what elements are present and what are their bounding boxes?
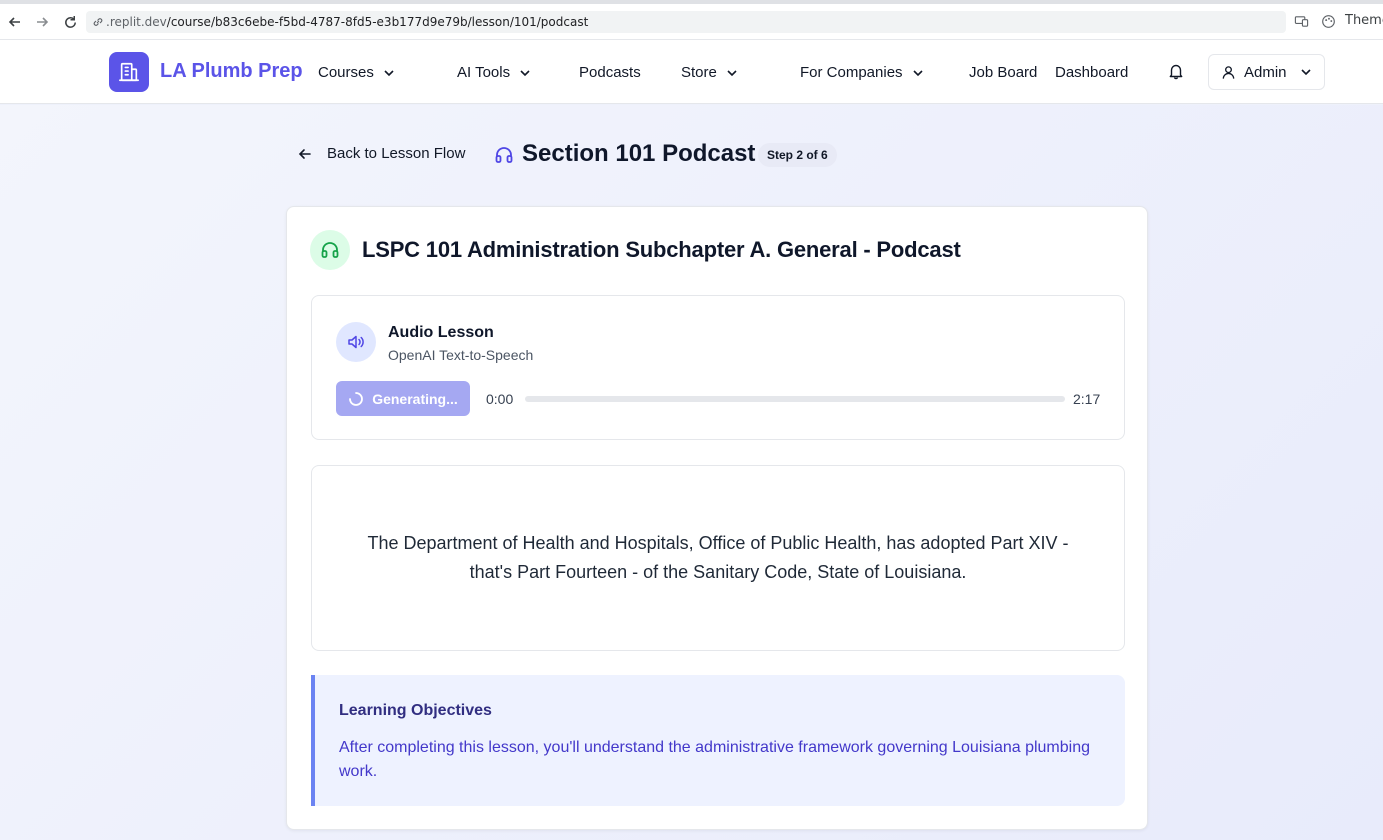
- lesson-title: LSPC 101 Administration Subchapter A. Ge…: [362, 237, 961, 262]
- learning-objectives: Learning Objectives After completing thi…: [311, 675, 1125, 806]
- browser-toolbar: .replit.dev/course/b83c6ebe-f5bd-4787-8f…: [0, 0, 1383, 40]
- site-header: LA Plumb Prep Courses AI Tools Podcasts …: [0, 40, 1383, 104]
- user-menu-button[interactable]: Admin: [1208, 54, 1325, 90]
- nav-store-label: Store: [681, 64, 717, 81]
- nav-job-board-label: Job Board: [969, 64, 1038, 81]
- url-host: .replit.dev: [106, 15, 167, 29]
- podcast-headphones-icon: [310, 230, 350, 270]
- bell-icon[interactable]: [1167, 62, 1185, 80]
- chevron-down-icon: [912, 69, 923, 76]
- nav-store[interactable]: Store: [681, 64, 739, 81]
- back-link-label: Back to Lesson Flow: [327, 145, 466, 162]
- audio-player: Audio Lesson OpenAI Text-to-Speech Gener…: [311, 295, 1125, 440]
- user-menu-label: Admin: [1244, 63, 1287, 81]
- link-icon: [93, 18, 103, 26]
- chevron-down-icon: [520, 69, 530, 76]
- nav-job-board[interactable]: Job Board: [969, 64, 1037, 81]
- transcript-text: The Department of Health and Hospitals, …: [367, 533, 1069, 582]
- browser-forward-icon[interactable]: [32, 12, 52, 32]
- nav-courses-label: Courses: [318, 64, 374, 81]
- transcript-panel: The Department of Health and Hospitals, …: [311, 465, 1125, 651]
- nav-for-companies[interactable]: For Companies: [800, 64, 925, 81]
- theme-label[interactable]: Theme: [1345, 13, 1383, 28]
- chevron-down-icon: [384, 69, 394, 76]
- brand-name[interactable]: LA Plumb Prep: [160, 60, 303, 83]
- chevron-down-icon: [727, 69, 737, 76]
- current-time: 0:00: [486, 391, 514, 407]
- nav-podcasts-label: Podcasts: [579, 64, 641, 81]
- generating-button[interactable]: Generating...: [336, 381, 470, 416]
- step-badge: Step 2 of 6: [758, 143, 837, 167]
- user-icon: [1222, 65, 1235, 79]
- podcast-card: LSPC 101 Administration Subchapter A. Ge…: [286, 206, 1148, 830]
- url-path: /course/b83c6ebe-f5bd-4787-8fd5-e3b177d9…: [166, 15, 589, 29]
- nav-podcasts[interactable]: Podcasts: [579, 64, 641, 81]
- nav-for-companies-label: For Companies: [800, 64, 903, 81]
- audio-progress-bar[interactable]: [525, 396, 1065, 402]
- spinner-icon: [349, 391, 364, 406]
- nav-ai-tools-label: AI Tools: [457, 64, 511, 81]
- cast-icon[interactable]: [1294, 14, 1309, 33]
- speaker-icon: [336, 322, 376, 362]
- total-time: 2:17: [1073, 391, 1101, 407]
- browser-reload-icon[interactable]: [60, 12, 80, 32]
- address-bar[interactable]: .replit.dev/course/b83c6ebe-f5bd-4787-8f…: [86, 11, 1286, 33]
- nav-dashboard[interactable]: Dashboard: [1055, 64, 1128, 81]
- generating-button-label: Generating...: [372, 390, 458, 407]
- headphones-icon: [495, 147, 513, 163]
- browser-back-icon[interactable]: [5, 12, 25, 32]
- page-title: Section 101 Podcast: [522, 140, 756, 167]
- audio-subtitle: OpenAI Text-to-Speech: [388, 347, 534, 363]
- audio-title: Audio Lesson: [388, 324, 494, 341]
- nav-dashboard-label: Dashboard: [1055, 64, 1129, 81]
- logo-icon[interactable]: [109, 52, 149, 92]
- palette-icon[interactable]: [1321, 14, 1336, 33]
- nav-courses[interactable]: Courses: [318, 64, 396, 81]
- nav-ai-tools[interactable]: AI Tools: [457, 64, 532, 81]
- arrow-left-icon: [298, 148, 311, 159]
- objectives-text: After completing this lesson, you'll und…: [339, 739, 1091, 780]
- objectives-title: Learning Objectives: [339, 702, 492, 719]
- chevron-down-icon: [1300, 69, 1311, 76]
- back-to-lesson-flow-link[interactable]: Back to Lesson Flow: [297, 145, 465, 162]
